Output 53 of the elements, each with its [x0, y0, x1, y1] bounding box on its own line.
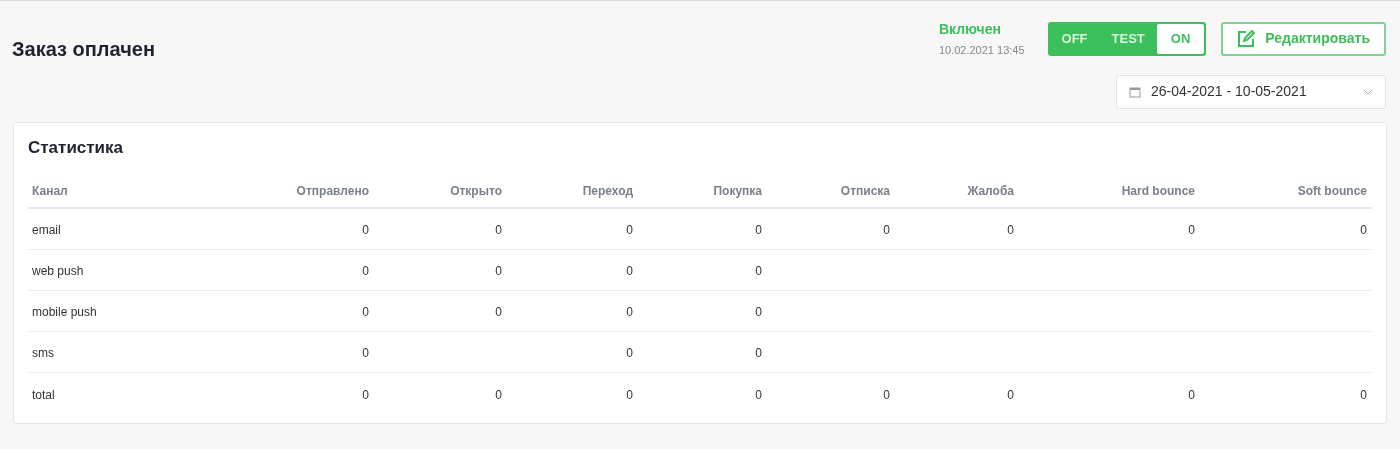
table-cell: total [32, 387, 55, 402]
table-cell: 0 [362, 387, 369, 402]
card-title: Статистика [28, 136, 125, 159]
table-cell: 0 [1188, 387, 1195, 402]
column-header: Открыто [450, 184, 502, 198]
column-header: Отписка [840, 184, 890, 198]
table-cell: 0 [755, 305, 762, 319]
column-header: Покупка [713, 184, 762, 198]
column-header: Hard bounce [1121, 184, 1195, 198]
table-cell: 0 [495, 223, 502, 237]
column-header: Переход [582, 184, 633, 198]
table-cell: 0 [626, 264, 633, 278]
table-cell: 0 [755, 264, 762, 278]
chevron-down-icon [1363, 88, 1373, 95]
table-cell: web push [32, 264, 84, 278]
table-cell: 0 [495, 387, 502, 402]
toggle-option[interactable]: ON [1156, 23, 1205, 54]
table-cell: sms [32, 346, 54, 360]
table-cell: 0 [883, 223, 890, 237]
column-header: Отправлено [296, 184, 369, 198]
table-cell: mobile push [32, 305, 97, 319]
table-cell: 0 [1188, 223, 1195, 237]
table-cell: 0 [755, 346, 762, 360]
page-title: Заказ оплачен [12, 37, 155, 62]
calendar-icon [1129, 85, 1141, 98]
edit-button[interactable]: Редактировать [1221, 21, 1386, 56]
toggle-option[interactable]: OFF [1049, 23, 1100, 54]
table-cell: 0 [362, 346, 369, 360]
column-header: Soft bounce [1297, 184, 1367, 198]
table-cell: 0 [362, 223, 369, 237]
table-cell: 0 [362, 305, 369, 319]
table-cell: 0 [495, 305, 502, 319]
status-label: Включен [938, 20, 1002, 39]
table-cell: 0 [626, 305, 633, 319]
table-cell: 0 [755, 223, 762, 237]
column-header: Жалоба [967, 184, 1014, 198]
edit-icon [1237, 29, 1256, 48]
status-timestamp: 10.02.2021 13:45 [938, 43, 1025, 58]
date-range-dropdown[interactable]: 26-04-2021 - 10-05-2021 [1116, 74, 1386, 109]
table-cell: 0 [626, 346, 633, 360]
toggle-option[interactable]: TEST [1099, 23, 1157, 54]
table-cell: 0 [1007, 387, 1014, 402]
table-cell: 0 [626, 223, 633, 237]
table-cell: 0 [883, 387, 890, 402]
table-cell: 0 [495, 264, 502, 278]
table-cell: 0 [362, 264, 369, 278]
table-cell: 0 [1007, 223, 1014, 237]
table-cell: 0 [755, 387, 762, 402]
table-cell: 0 [626, 387, 633, 402]
table-cell: 0 [1360, 387, 1367, 402]
table-cell: 0 [1360, 223, 1367, 237]
column-header: Канал [32, 184, 68, 198]
table-cell: email [32, 223, 61, 237]
